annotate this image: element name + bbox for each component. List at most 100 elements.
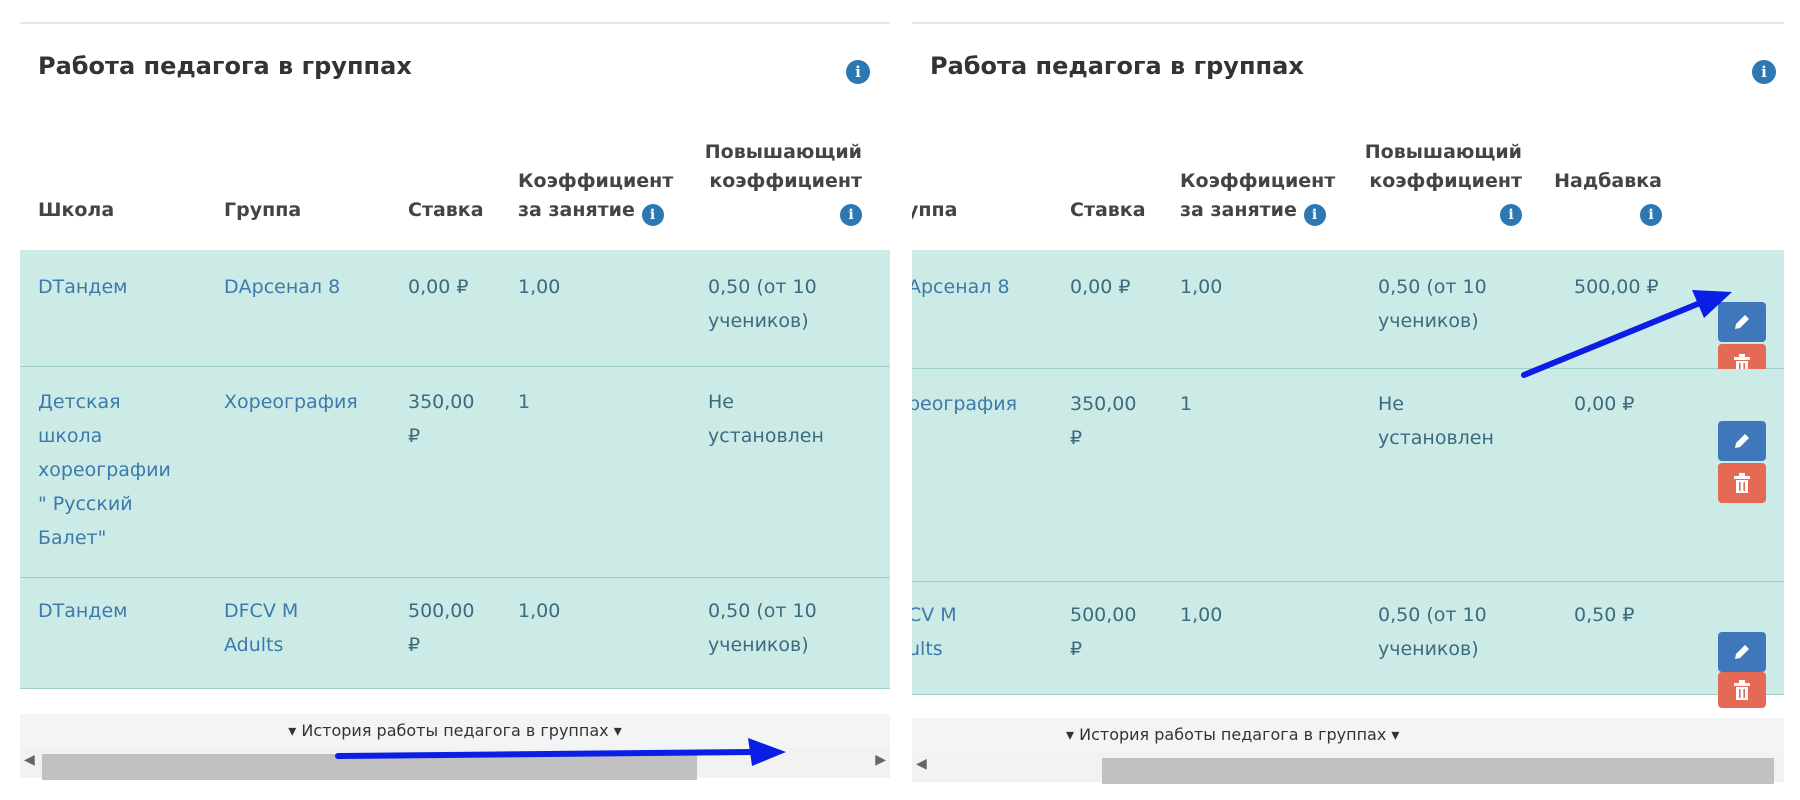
cell-line: 0,50 (от 10 xyxy=(1378,276,1487,298)
cell-line: 500,00 xyxy=(408,600,475,622)
cell-group[interactable]: CV M ults xyxy=(912,598,957,666)
cell-line: учеников) xyxy=(1378,310,1479,332)
pencil-icon xyxy=(1735,315,1749,329)
history-toggle[interactable]: ▾ История работы педагога в группах ▾ xyxy=(912,718,1784,752)
delete-button[interactable] xyxy=(1718,463,1766,503)
cell-line: 0,50 (от 10 xyxy=(1378,604,1487,626)
scroll-right-icon[interactable]: ▶ xyxy=(875,752,886,768)
cell-raise: Не установлен xyxy=(1378,387,1494,455)
cell-line: 350,00 xyxy=(1070,393,1137,415)
cell-raise: 0,50 (от 10 учеников) xyxy=(1378,598,1487,666)
cell-line: установлен xyxy=(1378,427,1494,449)
header-raise-line2: коэффициент xyxy=(1369,170,1522,192)
cell-rate: 500,00 ₽ xyxy=(1070,598,1136,666)
cell-line: школа xyxy=(38,425,103,447)
cell-line: Детская xyxy=(38,391,121,413)
header-bonus[interactable]: Надбавка i xyxy=(1542,167,1662,226)
scroll-left-icon[interactable]: ◀ xyxy=(916,756,927,772)
cell-school[interactable]: DТандем xyxy=(38,270,127,304)
cell-group[interactable]: реография xyxy=(912,387,1017,421)
edit-button[interactable] xyxy=(1718,632,1766,672)
cell-line: учеников) xyxy=(1378,638,1479,660)
header-raise-coef[interactable]: Повышающий коэффициент i xyxy=(1352,138,1522,226)
cell-coef: 1,00 xyxy=(1180,604,1223,626)
right-panel: Работа педагога в группах i уппа Ставка … xyxy=(912,22,1784,784)
delete-button[interactable] xyxy=(1718,672,1766,708)
cell-line: Не xyxy=(708,391,734,413)
cell-line: 500,00 xyxy=(1070,604,1137,626)
cell-line: DАрсенал 8 xyxy=(224,276,341,298)
header-coef-line2: за занятие xyxy=(1180,199,1297,221)
table-row: CV M ults 500,00 ₽ 1,00 0,50 (от 10 учен… xyxy=(912,582,1784,708)
cell-line: ₽ xyxy=(1070,427,1083,449)
cell-school[interactable]: DТандем xyxy=(38,594,127,628)
header-coef[interactable]: Коэффициент за занятие i xyxy=(1180,167,1335,226)
table-row: Детская школа хореографии " Русский Бале… xyxy=(20,367,890,578)
cell-line: 0,50 (от 10 xyxy=(708,276,817,298)
cell-line: 0,00 ₽ xyxy=(1070,276,1131,298)
info-icon[interactable]: i xyxy=(1303,204,1326,226)
header-raise-line1: Повышающий xyxy=(1364,141,1522,163)
horizontal-scrollbar[interactable]: ◀ ▶ xyxy=(20,748,890,780)
info-icon[interactable]: i xyxy=(846,60,870,84)
cell-raise: 0,50 (от 10 учеников) xyxy=(708,594,817,662)
cell-bonus: 0,00 ₽ xyxy=(1574,393,1635,415)
header-raise-coef[interactable]: Повышающий коэффициент i xyxy=(688,138,862,226)
left-panel: Работа педагога в группах i Школа Группа… xyxy=(20,22,890,784)
cell-line: DТандем xyxy=(38,600,128,622)
cell-line: реография xyxy=(912,393,1018,415)
edit-button[interactable] xyxy=(1718,302,1766,342)
cell-line: CV M xyxy=(912,604,957,626)
header-rate[interactable]: Ставка xyxy=(408,196,484,225)
cell-line: Хореография xyxy=(224,391,358,413)
cell-line: " Русский xyxy=(38,493,133,515)
edit-button[interactable] xyxy=(1718,421,1766,461)
cell-line: установлен xyxy=(708,425,824,447)
cell-line: Балет" xyxy=(38,527,107,549)
cell-line: DТандем xyxy=(38,276,128,298)
cell-rate: 0,00 ₽ xyxy=(408,270,468,304)
header-coef[interactable]: Коэффициент за занятие i xyxy=(518,167,673,226)
header-raise-line2: коэффициент xyxy=(709,170,862,192)
info-icon[interactable]: i xyxy=(1752,60,1776,84)
cell-line: хореографии xyxy=(38,459,171,481)
cell-rate: 350,00 ₽ xyxy=(1070,387,1136,455)
cell-school[interactable]: Детская школа хореографии " Русский Бале… xyxy=(38,385,171,555)
cell-line: 350,00 xyxy=(408,391,475,413)
header-rate[interactable]: Ставка xyxy=(1070,196,1146,225)
cell-line: ₽ xyxy=(408,425,421,447)
cell-group[interactable]: DFCV M Adults xyxy=(224,594,298,662)
cell-line: ₽ xyxy=(1070,638,1083,660)
history-toggle[interactable]: ▾ История работы педагога в группах ▾ xyxy=(20,714,890,748)
cell-group[interactable]: Хореография xyxy=(224,385,358,419)
pencil-icon xyxy=(1735,645,1749,659)
table-row: DТандем DFCV M Adults 500,00 ₽ 1,00 0,50… xyxy=(20,578,890,689)
scroll-thumb[interactable] xyxy=(42,754,697,780)
cell-coef: 1 xyxy=(1180,393,1193,415)
trash-icon xyxy=(1734,473,1750,493)
info-icon[interactable]: i xyxy=(1640,204,1662,226)
header-coef-line1: Коэффициент xyxy=(518,170,674,192)
scroll-thumb[interactable] xyxy=(1102,758,1774,784)
info-icon[interactable]: i xyxy=(840,204,862,226)
header-group[interactable]: уппа xyxy=(912,196,957,225)
cell-coef: 1,00 xyxy=(518,600,561,622)
header-group[interactable]: Группа xyxy=(224,196,301,225)
info-icon[interactable]: i xyxy=(1500,204,1522,226)
cell-group[interactable]: DАрсенал 8 xyxy=(224,270,340,304)
cell-bonus: 0,50 ₽ xyxy=(1574,604,1635,626)
cell-group[interactable]: Арсенал 8 xyxy=(912,270,1010,304)
cell-line: 0,50 (от 10 xyxy=(708,600,817,622)
pencil-icon xyxy=(1735,434,1749,448)
panel-title: Работа педагога в группах xyxy=(930,52,1304,80)
info-icon[interactable]: i xyxy=(641,204,664,226)
cell-line: 0,00 ₽ xyxy=(408,276,469,298)
table-row: реография 350,00 ₽ 1 Не установлен 0,00 … xyxy=(912,369,1784,582)
scroll-left-icon[interactable]: ◀ xyxy=(24,752,35,768)
cell-raise: Не установлен xyxy=(708,385,824,453)
cell-line: учеников) xyxy=(708,310,809,332)
cell-rate: 350,00 ₽ xyxy=(408,385,474,453)
horizontal-scrollbar[interactable]: ◀ xyxy=(912,752,1784,784)
cell-raise: 0,50 (от 10 учеников) xyxy=(708,270,817,338)
header-school[interactable]: Школа xyxy=(38,196,114,225)
